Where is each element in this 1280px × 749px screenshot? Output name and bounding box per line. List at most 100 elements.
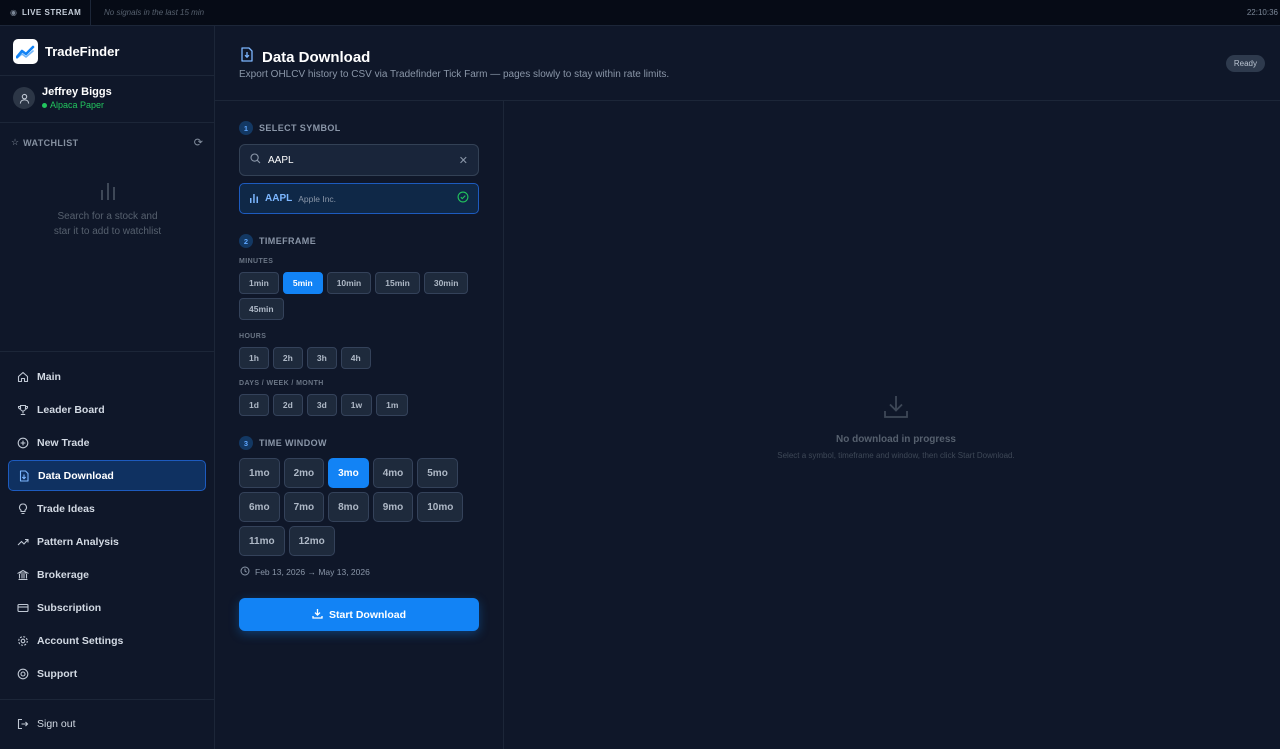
page-header: Data Download Export OHLCV history to CS… (215, 26, 1280, 101)
time-window-option[interactable]: 1mo (239, 458, 280, 488)
sidebar-item-leader-board[interactable]: Leader Board (8, 394, 206, 425)
watchlist-title: WATCHLIST (23, 137, 79, 148)
divider (0, 75, 215, 76)
watchlist-empty: Search for a stock and star it to add to… (0, 181, 215, 239)
sidebar-item-label: Data Download (38, 469, 114, 482)
time-window-option[interactable]: 5mo (417, 458, 458, 488)
minutes-label: MINUTES (239, 258, 274, 265)
time-window-option[interactable]: 12mo (288, 526, 335, 556)
timeframe-days-option[interactable]: 2d (272, 394, 303, 416)
timeframe-minutes-option[interactable]: 45min (239, 298, 284, 320)
watchlist-empty-line2: star it to add to watchlist (53, 226, 162, 237)
download-icon (312, 608, 323, 622)
step-number: 1 (239, 121, 253, 135)
timeframe-hours-option[interactable]: 1h (239, 347, 269, 369)
hours-label: HOURS (239, 333, 267, 340)
title-row: Data Download (240, 47, 370, 67)
sidebar-item-data-download[interactable]: Data Download (8, 460, 206, 491)
search-value: AAPL (268, 154, 294, 166)
watchlist-empty-line1: Search for a stock and (57, 211, 158, 222)
time-window-option[interactable]: 8mo (328, 492, 369, 522)
timeframe-hours-option[interactable]: 3h (306, 347, 337, 369)
sidebar-item-support[interactable]: Support (8, 658, 206, 689)
brand-name: TradeFinder (45, 44, 120, 59)
time-window-options: 1mo 2mo 3mo 4mo 5mo 6mo 7mo 8mo 9mo 10mo 11mo 12mo (239, 458, 479, 556)
hours-options: 1h 2h 3h 4h (239, 347, 479, 369)
divider (0, 122, 215, 123)
timeframe-minutes-option[interactable]: 15min (375, 272, 420, 294)
empty-subtitle: Select a symbol, timeframe and window, t… (777, 451, 1015, 460)
file-download-icon (18, 469, 30, 482)
timeframe-days-option[interactable]: 1m (376, 394, 409, 416)
step-number: 2 (239, 234, 253, 248)
bar-chart-icon (249, 190, 259, 208)
start-download-button[interactable]: Start Download (239, 598, 479, 631)
timeframe-minutes-option[interactable]: 1min (239, 272, 279, 294)
sidebar-item-label: Trade Ideas (37, 502, 95, 515)
sidebar-item-label: Brokerage (37, 568, 89, 581)
timeframe-days-option[interactable]: 1w (340, 394, 373, 416)
sidebar-item-brokerage[interactable]: Brokerage (8, 559, 206, 590)
time-window-option[interactable]: 6mo (239, 492, 280, 522)
refresh-icon[interactable]: ⟳ (194, 136, 203, 149)
lightbulb-icon (17, 502, 29, 515)
days-options: 1d 2d 3d 1w 1m (239, 394, 479, 416)
credit-card-icon (17, 602, 29, 614)
user-card[interactable]: Jeffrey Biggs Alpaca Paper (13, 86, 112, 110)
timeframe-hours-option[interactable]: 2h (272, 347, 303, 369)
timeframe-days-option[interactable]: 1d (239, 394, 269, 416)
time-window-option[interactable]: 10mo (417, 492, 464, 522)
empty-state: No download in progress Select a symbol,… (504, 394, 1280, 460)
time-window-option[interactable]: 3mo (328, 458, 369, 488)
time-window-option[interactable]: 11mo (239, 526, 285, 556)
sidebar-nav: Main Leader Board New Trade Data Downloa… (8, 361, 206, 691)
close-icon[interactable]: ✕ (459, 154, 468, 167)
sidebar-item-label: New Trade (37, 436, 90, 449)
timeframe-days-option[interactable]: 3d (306, 394, 337, 416)
status-badge: Ready (1225, 55, 1265, 72)
download-form: 1 SELECT SYMBOL AAPL ✕ AAPL Apple Inc. 2… (215, 101, 504, 749)
page-subtitle: Export OHLCV history to CSV via Tradefin… (239, 69, 670, 80)
plus-circle-icon (17, 437, 29, 449)
time-window-option[interactable]: 9mo (372, 492, 414, 522)
live-stream-indicator[interactable]: ◉ LIVE STREAM (0, 0, 91, 26)
timeframe-minutes-option[interactable]: 10min (326, 272, 372, 294)
sidebar-item-account-settings[interactable]: Account Settings (8, 625, 206, 656)
sidebar-item-main[interactable]: Main (8, 361, 206, 392)
sidebar-item-label: Pattern Analysis (37, 535, 119, 548)
step-label: TIME WINDOW (259, 438, 327, 448)
step-number: 3 (239, 436, 253, 450)
brand[interactable]: TradeFinder (13, 39, 119, 64)
timeframe-minutes-option[interactable]: 30min (423, 272, 469, 294)
user-icon (19, 93, 29, 104)
sidebar-item-label: Account Settings (37, 634, 124, 647)
time-window-option[interactable]: 2mo (283, 458, 325, 488)
sign-out-button[interactable]: Sign out (17, 718, 76, 730)
sign-out-label: Sign out (37, 718, 76, 730)
avatar (13, 87, 35, 109)
clock-icon (240, 566, 250, 578)
time-window-option[interactable]: 7mo (283, 492, 325, 522)
timeframe-minutes-option[interactable]: 5min (282, 272, 323, 294)
divider (0, 351, 215, 352)
result-name: Apple Inc. (298, 193, 337, 204)
symbol-result[interactable]: AAPL Apple Inc. (239, 183, 479, 214)
sidebar-item-label: Subscription (37, 601, 102, 614)
sidebar-item-subscription[interactable]: Subscription (8, 592, 206, 623)
empty-title: No download in progress (835, 434, 956, 445)
check-circle-icon (457, 190, 469, 208)
sidebar-item-trade-ideas[interactable]: Trade Ideas (8, 493, 206, 524)
result-symbol: AAPL (265, 193, 293, 204)
symbol-search-input[interactable]: AAPL ✕ (239, 144, 479, 176)
sidebar-item-new-trade[interactable]: New Trade (8, 427, 206, 458)
timeframe-hours-option[interactable]: 4h (340, 347, 371, 369)
sidebar-item-pattern-analysis[interactable]: Pattern Analysis (8, 526, 206, 557)
home-icon (17, 371, 29, 383)
days-label: DAYS / WEEK / MONTH (239, 380, 324, 387)
clock: 22:10:36 (1246, 8, 1278, 17)
logo-icon (13, 39, 38, 64)
user-name: Jeffrey Biggs (42, 86, 112, 98)
sidebar-item-label: Leader Board (37, 403, 105, 416)
download-icon (883, 396, 909, 424)
time-window-option[interactable]: 4mo (372, 458, 414, 488)
